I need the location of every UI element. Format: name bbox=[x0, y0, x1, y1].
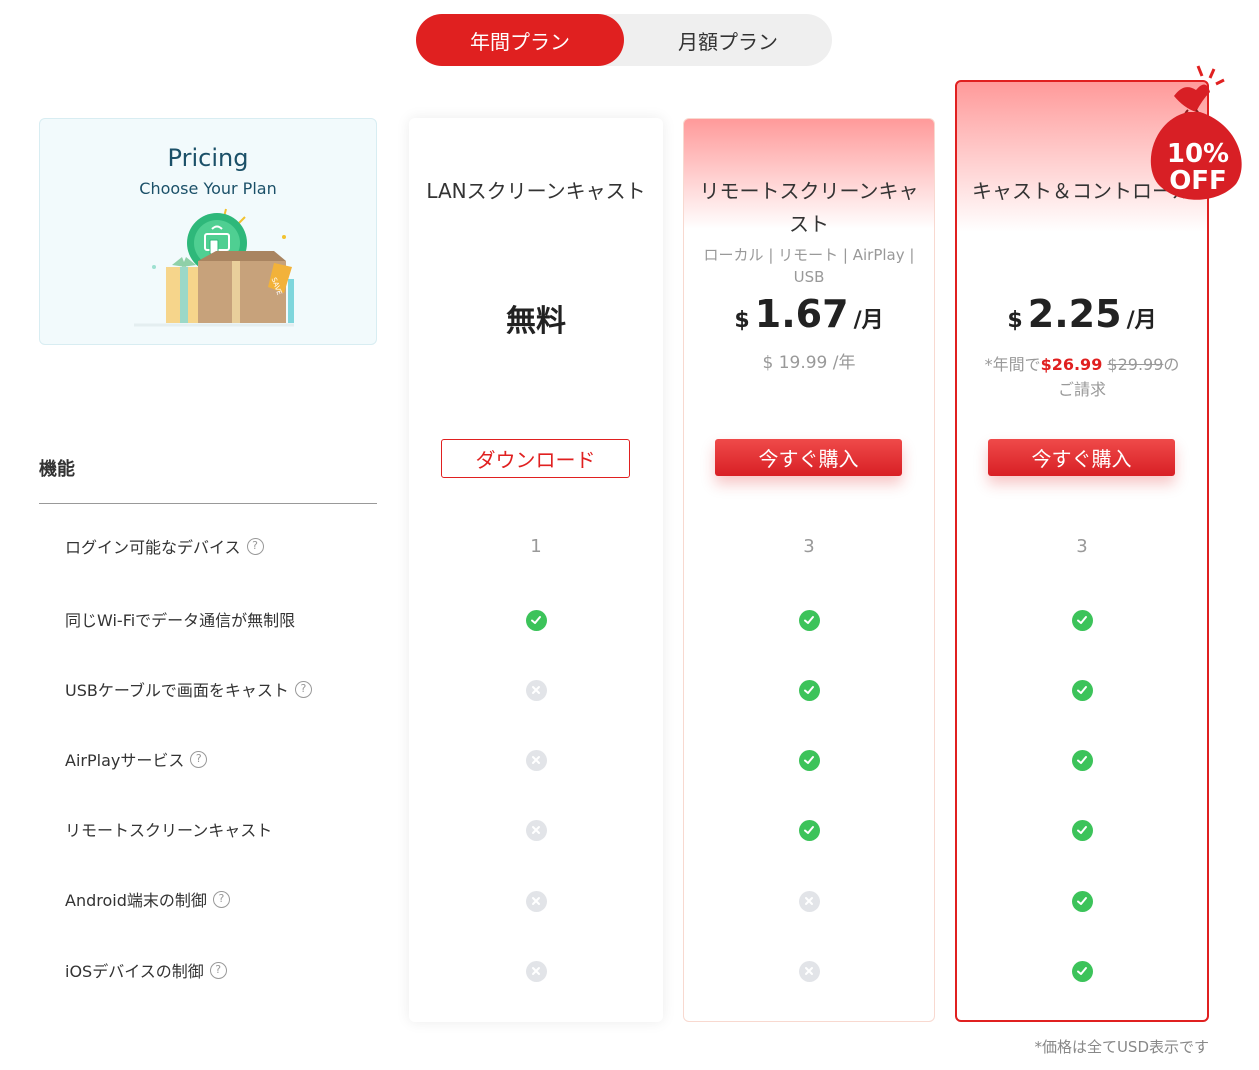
yearly-price-remote: $ 19.99 /年 bbox=[762, 353, 856, 373]
feature-cell bbox=[682, 748, 936, 772]
currency: $ bbox=[1007, 308, 1023, 333]
plan-desc-line2: USB bbox=[793, 268, 825, 286]
feature-cell bbox=[409, 608, 663, 632]
cross-icon bbox=[798, 960, 820, 982]
plan-desc-line1: ローカル | リモート | AirPlay | bbox=[703, 246, 915, 264]
check-icon bbox=[1071, 819, 1093, 841]
feature-cell bbox=[955, 748, 1209, 772]
cross-icon bbox=[525, 890, 547, 912]
feature-text: iOSデバイスの制御 bbox=[65, 962, 204, 981]
price-amount: 1.67 bbox=[754, 292, 849, 336]
feature-cell bbox=[682, 818, 936, 842]
feature-cell bbox=[955, 889, 1209, 913]
devices-count-remote: 3 bbox=[803, 535, 815, 557]
help-icon[interactable]: ? bbox=[212, 890, 230, 908]
buy-now-button-remote[interactable]: 今すぐ購入 bbox=[715, 439, 902, 476]
pricing-subtitle: Choose Your Plan bbox=[139, 179, 277, 198]
feature-text: ログイン可能なデバイス bbox=[65, 538, 241, 557]
feature-label-usb: USBケーブルで画面をキャスト? bbox=[65, 677, 312, 701]
cross-icon bbox=[525, 679, 547, 701]
feature-cell bbox=[955, 608, 1209, 632]
plan-price-cast-control: $ 2.25 /月 bbox=[955, 292, 1209, 336]
plan-desc-remote: ローカル | リモート | AirPlay | USB bbox=[683, 244, 935, 288]
billing-suffix: の bbox=[1163, 355, 1180, 374]
feature-cell bbox=[409, 889, 663, 913]
devices-count-free: 1 bbox=[530, 535, 542, 557]
cross-icon bbox=[525, 960, 547, 982]
feature-cell bbox=[409, 748, 663, 772]
help-icon[interactable]: ? bbox=[294, 680, 312, 698]
help-icon[interactable]: ? bbox=[209, 961, 227, 979]
discount-badge-icon: 10% OFF bbox=[1150, 65, 1242, 200]
feature-text: AirPlayサービス bbox=[65, 751, 185, 770]
cross-icon bbox=[525, 819, 547, 841]
feature-cell bbox=[682, 678, 936, 702]
check-icon bbox=[798, 679, 820, 701]
feature-label-android: Android端末の制御? bbox=[65, 887, 230, 911]
check-icon bbox=[798, 749, 820, 771]
feature-text: リモートスクリーンキャスト bbox=[65, 821, 273, 840]
buy-now-button-cast-control[interactable]: 今すぐ購入 bbox=[988, 439, 1175, 476]
billing-line1: *年間で$26.99 $29.99の bbox=[955, 352, 1209, 377]
cross-icon bbox=[525, 749, 547, 771]
price-amount: 2.25 bbox=[1027, 292, 1122, 336]
check-icon bbox=[798, 609, 820, 631]
currency: $ bbox=[734, 308, 750, 333]
check-icon bbox=[798, 819, 820, 841]
check-icon bbox=[1071, 749, 1093, 771]
feature-text: USBケーブルで画面をキャスト bbox=[65, 681, 289, 700]
feature-cell bbox=[409, 818, 663, 842]
feature-label-wifi: 同じWi-Fiでデータ通信が無制限 bbox=[65, 607, 295, 631]
badge-off: OFF bbox=[1169, 166, 1227, 196]
feature-text: 同じWi-Fiでデータ通信が無制限 bbox=[65, 611, 296, 630]
plan-price-free: 無料 bbox=[506, 304, 566, 339]
original-price: $29.99 bbox=[1107, 355, 1164, 374]
billing-note-cast-control: *年間で$26.99 $29.99の ご請求 bbox=[955, 352, 1209, 402]
help-icon[interactable]: ? bbox=[190, 750, 208, 768]
feature-cell bbox=[682, 889, 936, 913]
feature-cell bbox=[682, 608, 936, 632]
plan-card-free bbox=[409, 118, 663, 1022]
check-icon bbox=[1071, 679, 1093, 701]
usd-note: *価格は全てUSD表示です bbox=[1034, 1038, 1209, 1056]
gift-box-illustration: SAVE bbox=[134, 208, 294, 327]
plan-name-line1: リモートスクリーンキャ bbox=[699, 179, 919, 203]
billing-prefix: *年間で bbox=[984, 355, 1041, 374]
feature-label-remote: リモートスクリーンキャスト bbox=[65, 817, 272, 841]
download-button[interactable]: ダウンロード bbox=[441, 439, 630, 478]
monthly-plan-tab[interactable]: 月額プラン bbox=[624, 14, 832, 66]
plan-price-remote: $ 1.67 /月 bbox=[683, 292, 935, 336]
feature-text: Android端末の制御 bbox=[65, 891, 207, 910]
billing-line2: ご請求 bbox=[1057, 380, 1106, 399]
feature-cell bbox=[409, 959, 663, 983]
check-icon bbox=[1071, 890, 1093, 912]
badge-percent: 10% bbox=[1167, 139, 1229, 169]
plan-period-toggle: 年間プラン 月額プラン bbox=[416, 14, 832, 66]
pricing-intro-card: Pricing Choose Your Plan SAVE bbox=[39, 118, 377, 345]
plan-name-free: LANスクリーンキャスト bbox=[426, 179, 646, 203]
price-period: /月 bbox=[853, 308, 884, 333]
cross-icon bbox=[798, 890, 820, 912]
feature-label-ios: iOSデバイスの制御? bbox=[65, 958, 227, 982]
plan-name-line2: スト bbox=[789, 212, 829, 236]
feature-label-devices: ログイン可能なデバイス? bbox=[65, 534, 264, 558]
features-heading: 機能 bbox=[39, 459, 75, 480]
pricing-title: Pricing bbox=[167, 144, 249, 172]
feature-cell bbox=[955, 959, 1209, 983]
feature-cell bbox=[682, 959, 936, 983]
feature-label-airplay: AirPlayサービス? bbox=[65, 747, 208, 771]
sale-price: $26.99 bbox=[1040, 355, 1103, 374]
feature-cell bbox=[409, 678, 663, 702]
help-icon[interactable]: ? bbox=[246, 537, 264, 555]
check-icon bbox=[525, 609, 547, 631]
feature-cell bbox=[955, 678, 1209, 702]
annual-plan-tab[interactable]: 年間プラン bbox=[416, 14, 624, 66]
devices-count-cast-control: 3 bbox=[1076, 535, 1088, 557]
features-divider bbox=[39, 503, 377, 504]
check-icon bbox=[1071, 960, 1093, 982]
check-icon bbox=[1071, 609, 1093, 631]
feature-cell bbox=[955, 818, 1209, 842]
plan-name-remote: リモートスクリーンキャ スト bbox=[683, 175, 935, 241]
price-period: /月 bbox=[1126, 308, 1157, 333]
